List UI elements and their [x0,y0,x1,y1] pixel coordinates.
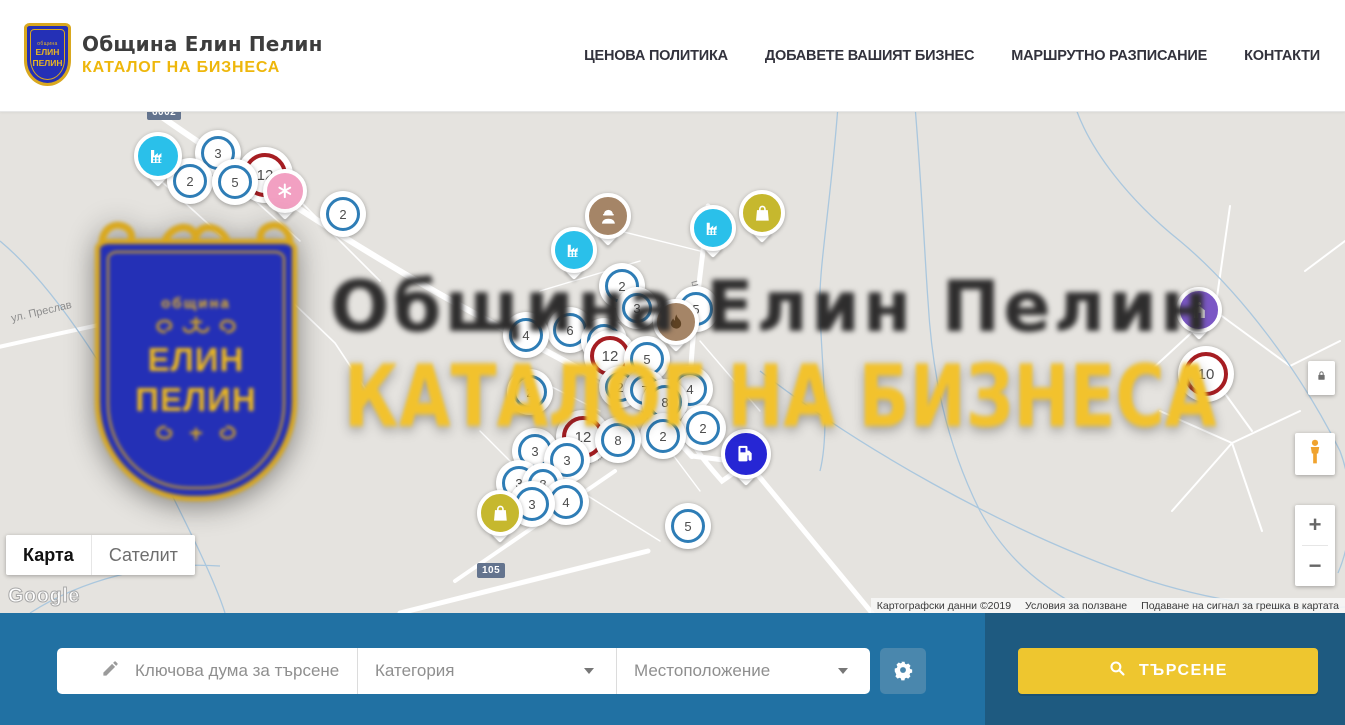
search-button-panel: ТЪРСЕНЕ [985,613,1345,725]
gear-icon [892,659,914,684]
search-icon [1108,659,1127,683]
site-logo[interactable]: община ЕЛИН ПЕЛИН Община Елин Пелин КАТА… [24,23,323,86]
category-select-value: Категория [375,661,454,681]
map-pin-fuel-icon[interactable] [721,429,771,483]
category-select[interactable]: Категория [358,648,616,694]
logo-text: Община Елин Пелин КАТАЛОГ НА БИЗНЕСА [82,32,323,77]
map-pin-bag-icon[interactable] [477,490,523,540]
chevron-down-icon [584,668,594,674]
chevron-down-icon [838,668,848,674]
nav-item[interactable]: МАРШРУТНО РАЗПИСАНИЕ [1011,48,1207,64]
map-type-satellite-button[interactable]: Сателит [91,535,195,575]
search-button-label: ТЪРСЕНЕ [1139,662,1228,680]
map-pin-church-icon[interactable] [1176,287,1222,337]
map-cluster[interactable]: 2 [507,369,553,415]
map-cluster[interactable]: 2 [640,413,686,459]
site-subtitle: КАТАЛОГ НА БИЗНЕСА [82,59,323,77]
search-button[interactable]: ТЪРСЕНЕ [1018,648,1318,694]
main-nav: ЦЕНОВА ПОЛИТИКА ДОБАВЕТЕ ВАШИЯТ БИЗНЕС МАР… [584,0,1320,111]
map-pin-factory-icon[interactable] [690,205,736,255]
lock-icon [1315,368,1328,389]
settings-button[interactable] [880,648,926,694]
map-markers: 3212522356471252742822128333843510 [0,111,1345,613]
map-pin-factory-icon[interactable] [551,227,597,277]
location-select-value: Местоположение [634,661,770,681]
search-fields: Категория Местоположение [57,648,870,694]
map-cluster[interactable]: 5 [212,159,258,205]
map-cluster[interactable]: 4 [503,312,549,358]
site-title: Община Елин Пелин [82,32,323,56]
zoom-out-button[interactable]: − [1295,546,1335,586]
nav-item[interactable]: КОНТАКТИ [1244,48,1320,64]
pegman-icon [1304,438,1326,471]
map-pin-asterisk-icon[interactable] [263,169,307,217]
attribution-link[interactable]: Условия за ползване [1025,600,1127,612]
map-canvas[interactable]: 6002105ул. Преславбул. „Новоселции 32125… [0,111,1345,613]
map-cluster[interactable]: 8 [595,417,641,463]
pencil-icon [101,659,120,683]
zoom-control: + − [1295,505,1335,586]
map-cluster[interactable]: 2 [680,405,726,451]
crest-line1: ЕЛИН [36,47,60,57]
map-pin-bag-icon[interactable] [739,190,785,240]
map-attribution: Картографски данни ©2019 Условия за ползв… [871,598,1345,613]
map-cluster[interactable]: 3 [616,287,658,329]
map-cluster[interactable]: 5 [665,503,711,549]
municipality-crest-logo: община ЕЛИН ПЕЛИН [24,23,71,86]
zoom-in-button[interactable]: + [1295,505,1335,545]
map-cluster[interactable]: 2 [320,191,366,237]
crest-line2: ПЕЛИН [33,58,63,68]
page: община ЕЛИН ПЕЛИН Община Елин Пелин КАТА… [0,0,1345,725]
google-logo[interactable]: Google [8,585,80,608]
nav-item[interactable]: ЦЕНОВА ПОЛИТИКА [584,48,728,64]
map-type-map-button[interactable]: Карта [6,535,91,575]
nav-item[interactable]: ДОБАВЕТЕ ВАШИЯТ БИЗНЕС [765,48,974,64]
search-bar: ТЪРСЕНЕ Категория Местоположение [0,613,1345,725]
keyword-field[interactable] [57,648,357,694]
attribution-text: Картографски данни ©2019 [877,600,1011,612]
map-type-control: Карта Сателит [6,535,195,575]
header: община ЕЛИН ПЕЛИН Община Елин Пелин КАТА… [0,0,1345,112]
location-select[interactable]: Местоположение [617,648,870,694]
map-cluster[interactable]: 10 [1178,346,1234,402]
pegman-button[interactable] [1295,433,1335,475]
street-view-lock-button[interactable] [1308,361,1335,395]
attribution-link[interactable]: Подаване на сигнал за грешка в картата [1141,600,1339,612]
keyword-input[interactable] [133,660,347,682]
